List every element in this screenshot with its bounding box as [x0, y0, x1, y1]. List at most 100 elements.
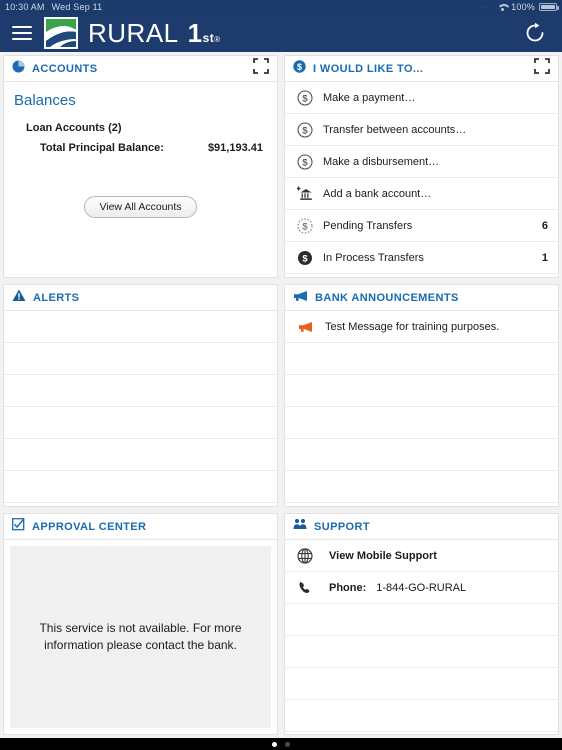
alerts-cell: ALERTS [0, 281, 281, 510]
alerts-empty-row [4, 375, 277, 407]
action-row-pending-transfers[interactable]: $ Pending Transfers 6 [285, 210, 558, 242]
i-would-like-to-cell: $ I WOULD LIKE TO... $ Make a payment… $… [281, 52, 562, 281]
action-label: In Process Transfers [323, 251, 424, 264]
support-panel: SUPPORT View Mobile Support Phone: 1-844… [284, 513, 559, 735]
megaphone-orange-icon [293, 321, 317, 333]
action-row-add-a-bank-account[interactable]: Add a bank account… [285, 178, 558, 210]
approval-center-panel: APPROVAL CENTER This service is not avai… [3, 513, 278, 735]
phone-icon [293, 580, 317, 595]
status-bar-left: 10:30 AM Wed Sep 11 [5, 2, 102, 12]
brand-registered-mark: ® [214, 34, 221, 44]
expand-icon[interactable] [253, 58, 269, 79]
page-dot-1[interactable] [272, 741, 277, 747]
status-date: Wed Sep 11 [51, 2, 103, 12]
action-row-make-a-payment[interactable]: $ Make a payment… [285, 82, 558, 114]
checkbox-checked-icon [12, 517, 25, 536]
alerts-list [4, 311, 277, 506]
support-label: Phone: [329, 581, 367, 594]
approval-center-message: This service is not available. For more … [39, 621, 242, 652]
support-empty-row [285, 636, 558, 668]
loan-accounts-group-label: Loan Accounts (2) [26, 122, 122, 134]
support-panel-title: SUPPORT [314, 520, 370, 533]
brand-suffix: 1 [187, 17, 203, 48]
action-label: Pending Transfers [323, 219, 413, 232]
accounts-panel-title: ACCOUNTS [32, 62, 98, 75]
action-label: Make a disbursement… [323, 155, 440, 168]
alerts-empty-row [4, 311, 277, 343]
svg-text:$: $ [302, 253, 308, 264]
brand-superscript: st [202, 30, 215, 45]
dollar-circle-icon: $ [293, 59, 306, 78]
wifi-icon [497, 3, 507, 11]
expand-icon[interactable] [534, 58, 550, 79]
accounts-cell: ACCOUNTS Balances Loan Accounts (2) Tota… [0, 52, 281, 281]
view-all-accounts-button[interactable]: View All Accounts [84, 196, 197, 218]
support-cell: SUPPORT View Mobile Support Phone: 1-844… [281, 510, 562, 738]
bank-announcement-row[interactable]: Test Message for training purposes. [285, 311, 558, 343]
support-phone-number: 1-844-GO-RURAL [376, 581, 467, 594]
balances-heading: Balances [14, 92, 76, 109]
action-label: Make a payment… [323, 91, 416, 104]
accounts-panel-header: ACCOUNTS [4, 56, 277, 82]
warning-triangle-icon [12, 289, 26, 307]
support-empty-row [285, 700, 558, 732]
bank-announcements-empty-row [285, 343, 558, 375]
alerts-panel-header: ALERTS [4, 285, 277, 311]
dollar-circle-outline-icon: $ [293, 121, 317, 138]
action-row-transfer-between-accounts[interactable]: $ Transfer between accounts… [285, 114, 558, 146]
status-time: 10:30 AM [5, 2, 45, 12]
bank-announcements-cell: BANK ANNOUNCEMENTS Test Message for trai… [281, 281, 562, 510]
action-row-make-a-disbursement[interactable]: $ Make a disbursement… [285, 146, 558, 178]
support-row-phone[interactable]: Phone: 1-844-GO-RURAL [285, 572, 558, 604]
i-would-like-to-panel: $ I WOULD LIKE TO... $ Make a payment… $… [284, 55, 559, 278]
rural-1st-logo-icon [44, 17, 78, 49]
i-would-like-to-panel-title: I WOULD LIKE TO... [313, 62, 424, 75]
support-panel-header: SUPPORT [285, 514, 558, 540]
action-row-in-process-transfers[interactable]: $ In Process Transfers 1 [285, 242, 558, 274]
i-would-like-to-panel-header: $ I WOULD LIKE TO... [285, 56, 558, 82]
megaphone-icon [293, 289, 308, 307]
alerts-panel-title: ALERTS [33, 291, 80, 304]
support-row-view-mobile-support[interactable]: View Mobile Support [285, 540, 558, 572]
total-principal-balance-value: $91,193.41 [207, 142, 263, 154]
approval-center-message-box: This service is not available. For more … [10, 546, 271, 728]
page-dot-2[interactable] [285, 741, 290, 747]
svg-text:$: $ [302, 221, 308, 232]
total-principal-balance-label: Total Principal Balance: [40, 142, 164, 154]
alerts-empty-row [4, 471, 277, 503]
bank-announcement-message: Test Message for training purposes. [325, 320, 500, 333]
dashboard-grid: ACCOUNTS Balances Loan Accounts (2) Tota… [0, 52, 562, 738]
signal-dots-icon: ···· [479, 3, 494, 11]
pie-chart-icon [12, 60, 25, 78]
support-list: View Mobile Support Phone: 1-844-GO-RURA… [285, 540, 558, 734]
hamburger-menu-icon[interactable] [12, 26, 32, 40]
approval-center-panel-header: APPROVAL CENTER [4, 514, 277, 540]
app-header-bar: RURAL 1st ® [0, 14, 562, 52]
support-empty-row [285, 604, 558, 636]
bank-announcements-panel-title: BANK ANNOUNCEMENTS [315, 291, 459, 304]
bank-announcements-empty-row [285, 407, 558, 439]
refresh-icon[interactable] [522, 20, 548, 46]
svg-text:$: $ [302, 93, 308, 104]
pending-transfers-count: 6 [541, 219, 548, 232]
status-bar-right: ···· 100% [479, 2, 559, 12]
dollar-circle-dotted-icon: $ [293, 217, 317, 234]
action-label: Transfer between accounts… [323, 123, 467, 136]
bank-announcements-empty-row [285, 439, 558, 471]
svg-text:$: $ [302, 157, 308, 168]
brand-text: RURAL 1st ® [88, 18, 221, 49]
people-icon [293, 518, 307, 536]
bank-announcements-panel: BANK ANNOUNCEMENTS Test Message for trai… [284, 284, 559, 507]
alerts-empty-row [4, 343, 277, 375]
support-empty-row [285, 668, 558, 700]
page-indicator-bar [0, 738, 562, 750]
accounts-panel-body: Balances Loan Accounts (2) Total Princip… [4, 82, 277, 277]
alerts-empty-row [4, 407, 277, 439]
total-principal-balance-row: Total Principal Balance: $91,193.41 [4, 134, 277, 154]
globe-icon [293, 547, 317, 564]
battery-percent: 100% [511, 2, 535, 12]
approval-center-body: This service is not available. For more … [4, 540, 277, 734]
alerts-empty-row [4, 439, 277, 471]
bank-announcements-list: Test Message for training purposes. [285, 311, 558, 506]
action-label: Add a bank account… [323, 187, 432, 200]
